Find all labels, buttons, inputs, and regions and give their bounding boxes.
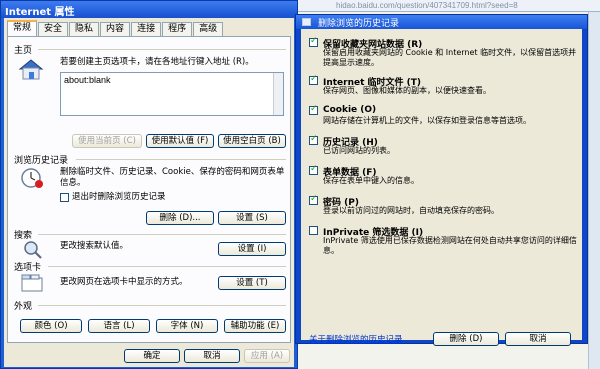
preserve-favorites-checkbox[interactable] [309, 36, 318, 47]
tab-connections[interactable]: 连接 [131, 22, 162, 36]
colors-button[interactable]: 颜色 (O) [20, 319, 82, 333]
history-checkbox[interactable] [309, 134, 318, 145]
option-description: 登录以前访问过的网站时，自动填充保存的密码。 [323, 206, 499, 215]
option-description: 保留启用收藏夹网站的 Cookie 和 Internet 临时文件，以保留首选项… [323, 48, 577, 67]
history-delete-button[interactable]: 删除 (D)... [146, 211, 214, 225]
dialog-cancel-button[interactable]: 取消 [505, 332, 571, 346]
languages-button[interactable]: 语言 (L) [88, 319, 150, 333]
homepage-url-value: about:blank [64, 75, 111, 85]
divider [38, 305, 286, 306]
search-description: 更改搜索默认值。 [60, 241, 129, 251]
homepage-group-label: 主页 [14, 46, 33, 56]
history-description: 删除临时文件、历史记录、Cookie、保存的密码和网页表单信息。 [60, 167, 285, 188]
dialog-titlebar[interactable]: 删除浏览的历史记录 [296, 15, 587, 29]
tab-privacy[interactable]: 隐私 [69, 22, 100, 36]
tabs-settings-button[interactable]: 设置 (T) [218, 276, 286, 290]
option-description: 保存在表单中键入的信息。 [323, 176, 419, 185]
tab-content[interactable]: 内容 [100, 22, 131, 36]
history-icon [21, 168, 43, 188]
homepage-description: 若要创建主页选项卡，请在各地址行键入地址 (R)。 [60, 57, 254, 67]
browser-scrollbar[interactable] [588, 12, 600, 369]
use-current-button[interactable]: 使用当前页 (C) [72, 134, 142, 148]
dialog-delete-button[interactable]: 删除 (D) [433, 332, 499, 346]
option-description: 已访问网站的列表。 [323, 146, 395, 155]
tabs-icon [21, 274, 43, 292]
tabs-group-label: 选项卡 [14, 263, 42, 273]
inprivate-filtering-checkbox[interactable] [309, 226, 318, 235]
tab-strip: 常规 安全 隐私 内容 连接 程序 高级 [7, 20, 224, 36]
use-blank-button[interactable]: 使用空白页 (B) [218, 134, 286, 148]
general-tab-panel: 主页 若要创建主页选项卡，请在各地址行键入地址 (R)。 about:blank… [7, 36, 291, 343]
textarea-scrollbar[interactable] [273, 73, 283, 115]
divider [38, 49, 286, 50]
appearance-group-label: 外观 [14, 302, 33, 312]
tabs-description: 更改网页在选项卡中显示的方式。 [60, 277, 188, 287]
option-description: 网站存储在计算机上的文件，以保存如登录信息等首选项。 [323, 116, 531, 125]
tab-advanced[interactable]: 高级 [193, 22, 224, 36]
internet-options-titlebar[interactable]: Internet 属性 [1, 1, 297, 18]
cookies-checkbox[interactable] [309, 104, 318, 115]
option-title: Cookie (O) [323, 105, 377, 115]
window-title: Internet 属性 [5, 7, 75, 18]
passwords-checkbox[interactable] [309, 194, 318, 205]
accessibility-button[interactable]: 辅助功能 (E) [224, 319, 286, 333]
tab-programs[interactable]: 程序 [162, 22, 193, 36]
dialog-window-icon [302, 18, 311, 26]
divider [38, 234, 286, 235]
search-settings-button[interactable]: 设置 (I) [218, 242, 286, 256]
fonts-button[interactable]: 字体 (N) [156, 319, 218, 333]
cancel-button[interactable]: 取消 [184, 349, 240, 363]
internet-options-body: 常规 安全 隐私 内容 连接 程序 高级 主页 若要创建主页选项卡，请在各地址行… [4, 18, 294, 367]
tab-security[interactable]: 安全 [38, 22, 69, 36]
history-group-label: 浏览历史记录 [14, 156, 69, 166]
delete-on-exit-label: 退出时删除浏览历史记录 [72, 192, 166, 202]
divider [48, 266, 286, 267]
internet-options-window: Internet 属性 常规 安全 隐私 内容 连接 程序 高级 主页 若要创建… [0, 0, 298, 369]
homepage-url-textarea[interactable]: about:blank [60, 72, 284, 116]
apply-button[interactable]: 应用 (A) [244, 349, 290, 363]
temporary-files-checkbox[interactable] [309, 74, 318, 85]
about-delete-history-link[interactable]: 关于删除浏览的历史记录 [309, 333, 403, 345]
delete-history-dialog: 删除浏览的历史记录 保留收藏夹网站数据 (R) 保留启用收藏夹网站的 Cooki… [295, 14, 588, 346]
address-bar: hidao.baidu.com/question/407341709.html?… [290, 0, 600, 12]
search-icon [24, 241, 42, 259]
delete-on-exit-checkbox[interactable] [60, 193, 69, 202]
divider [76, 159, 286, 160]
form-data-checkbox[interactable] [309, 164, 318, 175]
dialog-title: 删除浏览的历史记录 [318, 19, 400, 29]
history-settings-button[interactable]: 设置 (S) [218, 211, 286, 225]
ok-button[interactable]: 确定 [124, 349, 180, 363]
use-default-button[interactable]: 使用默认值 (F) [146, 134, 214, 148]
option-description: 保存网页、图像和媒体的副本，以便快速查看。 [323, 86, 491, 95]
home-icon [18, 59, 44, 80]
tab-general[interactable]: 常规 [7, 20, 38, 36]
dialog-body: 保留收藏夹网站数据 (R) 保留启用收藏夹网站的 Cookie 和 Intern… [301, 29, 582, 346]
option-description: InPrivate 筛选使用已保存数据检测网站在何处自动共享您访问的详细信息。 [323, 236, 577, 255]
